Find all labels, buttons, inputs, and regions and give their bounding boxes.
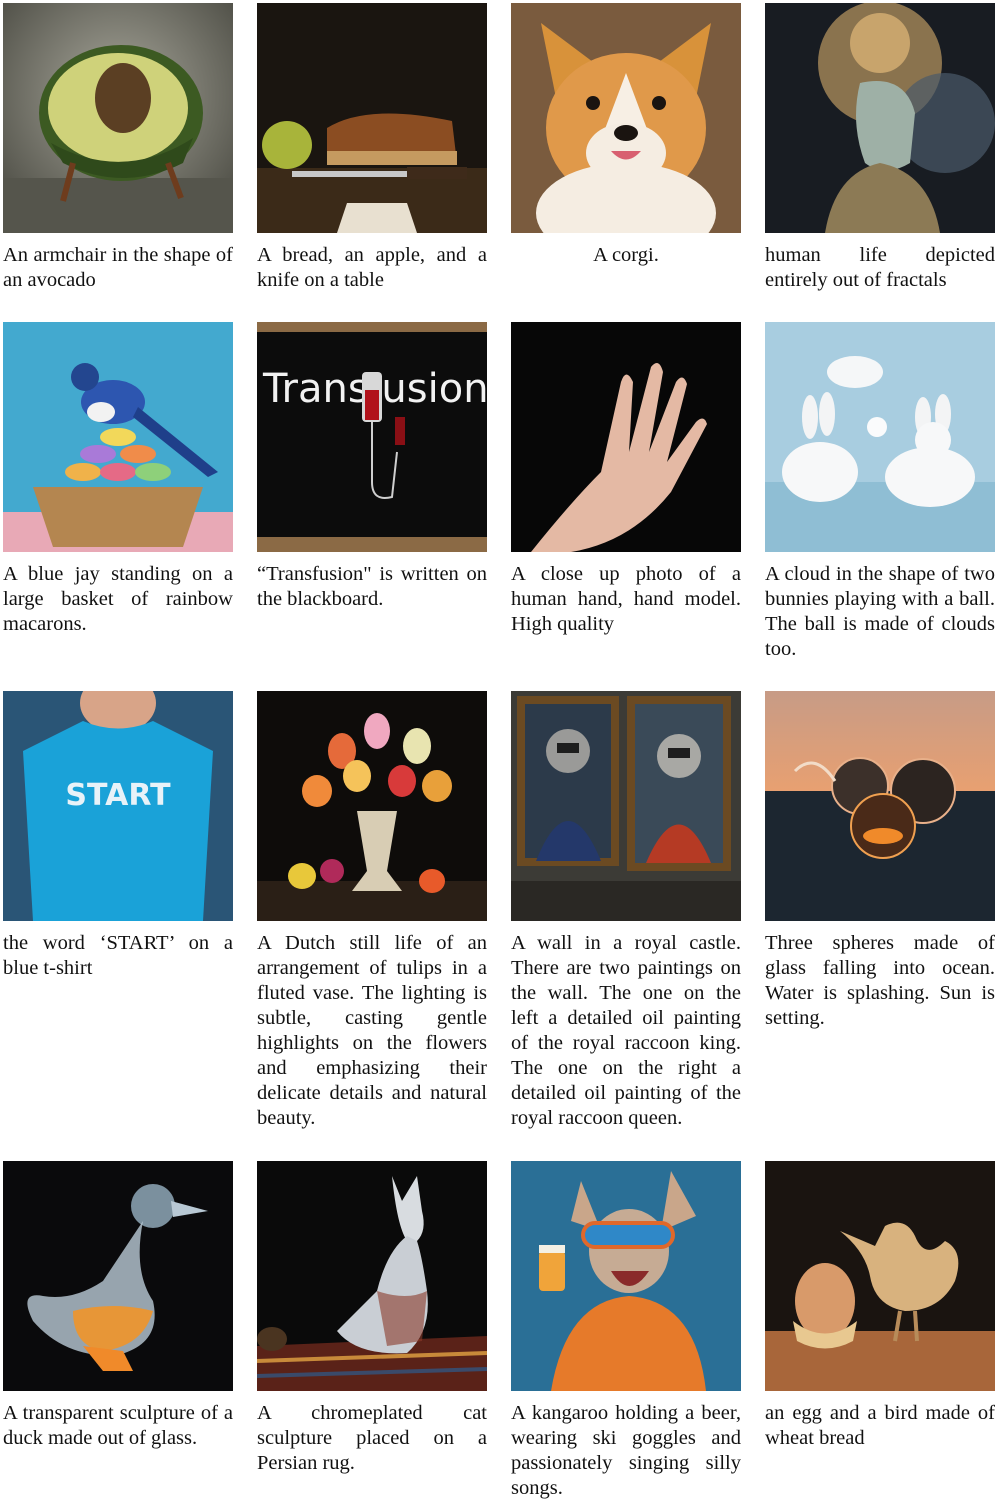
bread-apple-knife-image <box>257 3 487 233</box>
caption: an egg and a bird made of wheat bread <box>765 1402 995 1449</box>
start-tshirt-image: START <box>3 691 233 921</box>
corgi-image <box>511 3 741 233</box>
figure-cell-cat: A chromeplated cat sculpture placed on a… <box>257 1161 487 1476</box>
caption: A cloud in the shape of two bunnies play… <box>765 563 995 660</box>
figure-cell-raccoons: A wall in a royal castle. There are two … <box>511 691 741 1131</box>
figure-cell-bunnies: A cloud in the shape of two bunnies play… <box>765 322 995 662</box>
caption: “Transfusion" is written on the blackboa… <box>257 563 487 610</box>
figure-cell-hand: A close up photo of a human hand, hand m… <box>511 322 741 637</box>
chrome-cat-image <box>257 1161 487 1391</box>
figure-cell-duck: A transparent sculpture of a duck made o… <box>3 1161 233 1451</box>
caption: A bread, an apple, and a knife on a tabl… <box>257 244 487 291</box>
figure-cell-bluejay: A blue jay standing on a large basket of… <box>3 322 233 637</box>
shirt-text: START <box>65 778 171 813</box>
figure-cell-kangaroo: A kangaroo holding a beer, wearing ski g… <box>511 1161 741 1501</box>
caption: human life depicted entirely out of frac… <box>765 244 995 291</box>
figure-cell-tulips: A Dutch still life of an arrangement of … <box>257 691 487 1131</box>
kangaroo-image <box>511 1161 741 1391</box>
raccoon-paintings-image <box>511 691 741 921</box>
caption: A transparent sculpture of a duck made o… <box>3 1402 233 1449</box>
caption: A wall in a royal castle. There are two … <box>511 932 741 1129</box>
figure-cell-egg-bird: an egg and a bird made of wheat bread <box>765 1161 995 1451</box>
figure-cell-avocado: An armchair in the shape of an avocado <box>3 3 233 293</box>
caption: A Dutch still life of an arrangement of … <box>257 932 487 1129</box>
glass-duck-image <box>3 1161 233 1391</box>
caption: A blue jay standing on a large basket of… <box>3 563 233 635</box>
caption: the word ‘START’ on a blue t-shirt <box>3 932 233 979</box>
caption: A kangaroo holding a beer, wearing ski g… <box>511 1402 741 1499</box>
avocado-armchair-image <box>3 3 233 233</box>
figure-cell-transfusion: Trans usion “Transfusion" is written on … <box>257 322 487 612</box>
tulips-still-life-image <box>257 691 487 921</box>
caption: A corgi. <box>593 244 659 266</box>
hand-image <box>511 322 741 552</box>
blue-jay-macarons-image <box>3 322 233 552</box>
caption: A close up photo of a human hand, hand m… <box>511 563 741 635</box>
cloud-bunnies-image <box>765 322 995 552</box>
egg-bread-bird-image <box>765 1161 995 1391</box>
figure-cell-bread: A bread, an apple, and a knife on a tabl… <box>257 3 487 293</box>
transfusion-blackboard-image: Trans usion <box>257 322 487 552</box>
glass-spheres-ocean-image <box>765 691 995 921</box>
figure-cell-fractal: human life depicted entirely out of frac… <box>765 3 995 293</box>
fractal-human-image <box>765 3 995 233</box>
figure-cell-spheres: Three spheres made of glass falling into… <box>765 691 995 1031</box>
caption: A chromeplated cat sculpture placed on a… <box>257 1402 487 1474</box>
figure-cell-start: START the word ‘START’ on a blue t-shirt <box>3 691 233 981</box>
figure-cell-corgi: A corgi. <box>511 3 741 268</box>
caption: An armchair in the shape of an avocado <box>3 244 233 291</box>
caption: Three spheres made of glass falling into… <box>765 932 995 1029</box>
